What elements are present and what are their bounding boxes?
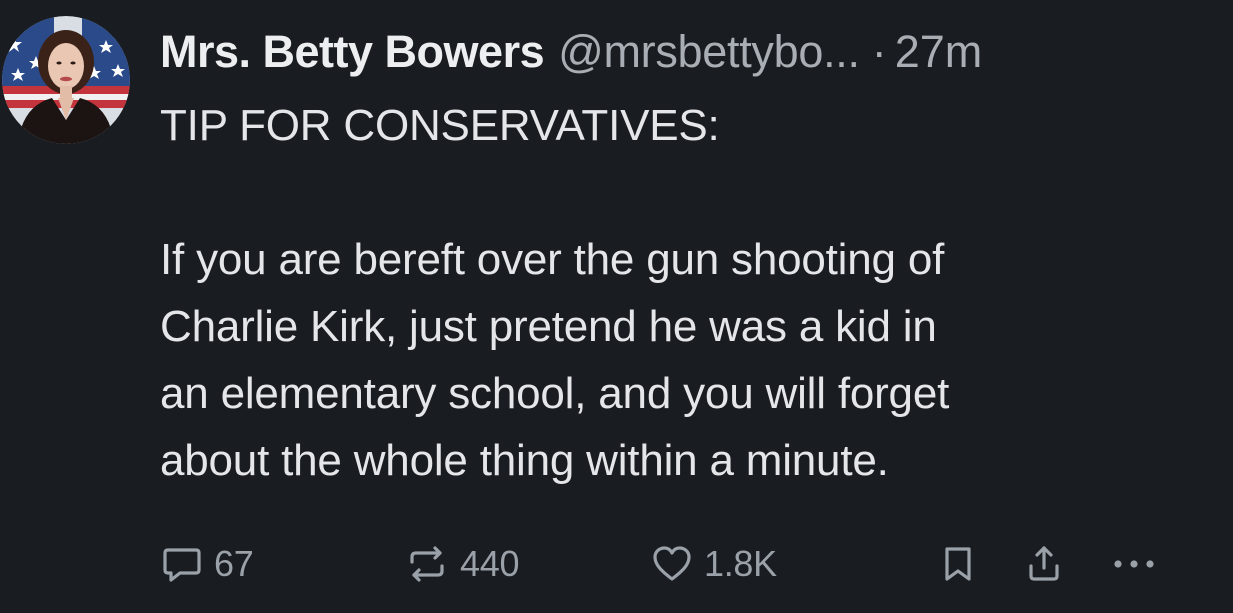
reply-button[interactable]: 67 — [160, 536, 254, 592]
post-headline: TIP FOR CONSERVATIVES: — [160, 101, 720, 150]
display-name[interactable]: Mrs. Betty Bowers — [160, 22, 545, 82]
like-button[interactable]: 1.8K — [650, 536, 777, 592]
post-header: Mrs. Betty Bowers @mrsbettybo... · 27m — [160, 22, 982, 82]
separator-dot: · — [871, 26, 887, 77]
post-line-1: If you are bereft over the gun shooting … — [160, 235, 945, 284]
repost-icon — [410, 546, 444, 582]
action-bar: 67 440 1.8K — [160, 536, 1170, 592]
bookmark-button[interactable] — [938, 536, 978, 592]
post-line-3: an elementary school, and you will forge… — [160, 369, 950, 418]
comment-icon — [163, 548, 201, 582]
repost-count: 440 — [460, 543, 520, 584]
more-options-button[interactable] — [1108, 536, 1160, 592]
share-icon — [1029, 546, 1059, 581]
repost-button[interactable]: 440 — [404, 536, 519, 592]
more-icon — [1114, 560, 1154, 568]
like-count: 1.8K — [704, 543, 777, 584]
post-card: Mrs. Betty Bowers @mrsbettybo... · 27m T… — [0, 0, 1233, 613]
post-body: TIP FOR CONSERVATIVES: If you are bereft… — [160, 92, 1220, 494]
post-timestamp[interactable]: 27m — [895, 22, 983, 82]
post-line-4: about the whole thing within a minute. — [160, 436, 889, 485]
post-line-2: Charlie Kirk, just pretend he was a kid … — [160, 302, 937, 351]
user-handle[interactable]: @mrsbettybo... — [558, 22, 860, 82]
share-button[interactable] — [1024, 536, 1064, 592]
heart-icon — [653, 546, 691, 581]
reply-count: 67 — [214, 543, 254, 584]
avatar[interactable] — [2, 16, 130, 144]
profile-photo-icon — [2, 16, 130, 144]
bookmark-icon — [945, 547, 971, 581]
